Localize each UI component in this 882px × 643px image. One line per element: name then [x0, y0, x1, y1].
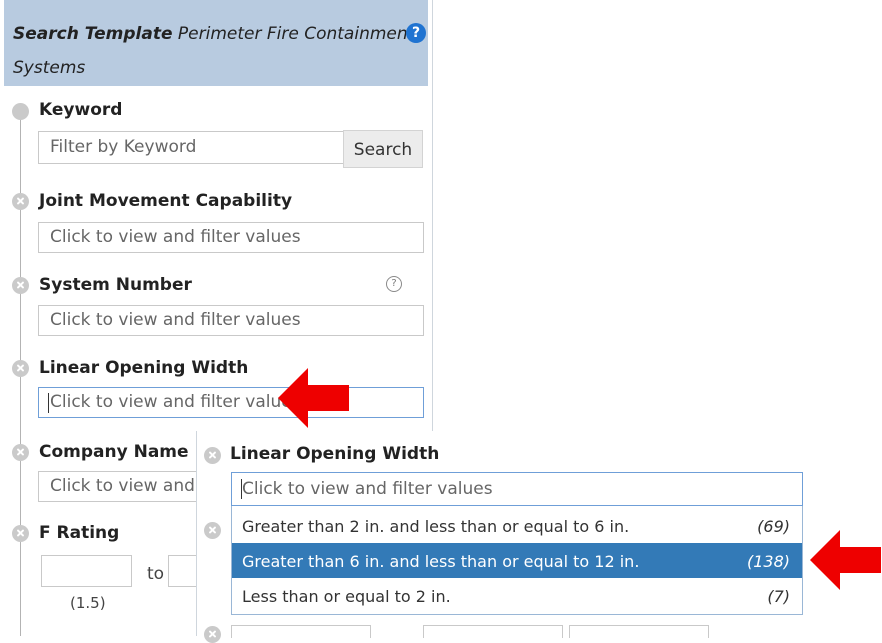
option-label: Greater than 6 in. and less than or equa…	[242, 552, 640, 571]
option-label: Less than or equal to 2 in.	[242, 587, 451, 606]
partial-input	[231, 625, 371, 638]
template-name: Perimeter Fire Containment	[177, 24, 415, 44]
partial-input	[569, 625, 709, 638]
f-rating-to-label: to	[147, 564, 165, 584]
text-cursor	[48, 393, 49, 413]
linear-opening-label: Linear Opening Width	[39, 358, 249, 378]
f-rating-min-hint: (1.5)	[70, 594, 106, 612]
peeking-marker-icon	[204, 522, 221, 539]
peeking-marker-icon	[204, 626, 221, 643]
keyword-label: Keyword	[39, 100, 123, 120]
option-count: (7)	[767, 587, 790, 606]
f-rating-label: F Rating	[39, 523, 120, 543]
remove-linear-opening-icon[interactable]	[12, 360, 29, 377]
keyword-input[interactable]: Filter by Keyword	[38, 131, 344, 164]
option-count: (138)	[746, 552, 790, 571]
company-name-label: Company Name	[39, 442, 189, 462]
question-icon[interactable]: ?	[386, 276, 402, 292]
linear-opening-dropdown: Greater than 2 in. and less than or equa…	[231, 506, 803, 615]
popup-text-cursor	[241, 479, 242, 499]
help-icon[interactable]: ?	[406, 23, 426, 43]
linear-opening-input[interactable]: Click to view and filter values	[38, 387, 424, 418]
dropdown-option-selected[interactable]: Greater than 6 in. and less than or equa…	[232, 543, 802, 578]
option-count: (69)	[757, 517, 790, 536]
system-number-input[interactable]: Click to view and filter values	[38, 305, 424, 336]
system-number-label: System Number	[39, 275, 192, 295]
f-rating-min-input[interactable]	[41, 555, 132, 587]
remove-system-number-icon[interactable]	[12, 277, 29, 294]
joint-movement-input[interactable]: Click to view and filter values	[38, 222, 424, 253]
dropdown-option[interactable]: Greater than 2 in. and less than or equa…	[232, 508, 802, 543]
linear-opening-popup: Linear Opening Width Click to view and f…	[196, 431, 823, 643]
red-arrow-icon	[810, 530, 881, 590]
remove-company-name-icon[interactable]	[12, 444, 29, 461]
template-title-label: Search Template	[13, 24, 173, 44]
template-title: Search Template Perimeter Fire Containme…	[13, 24, 414, 44]
remove-joint-movement-icon[interactable]	[12, 193, 29, 210]
joint-movement-label: Joint Movement Capability	[39, 191, 293, 211]
template-name-line2: Systems	[13, 58, 86, 78]
partial-input	[423, 625, 563, 638]
remove-linear-opening-popup-icon[interactable]	[204, 447, 221, 464]
popup-linear-opening-input[interactable]: Click to view and filter values	[231, 472, 803, 506]
red-arrow-icon	[278, 368, 349, 428]
popup-linear-opening-label: Linear Opening Width	[230, 444, 440, 464]
keyword-marker-icon	[12, 103, 29, 120]
search-button[interactable]: Search	[343, 130, 423, 168]
option-label: Greater than 2 in. and less than or equa…	[242, 517, 630, 536]
remove-f-rating-icon[interactable]	[12, 525, 29, 542]
dropdown-option[interactable]: Less than or equal to 2 in. (7)	[232, 578, 802, 613]
search-template-header: Search Template Perimeter Fire Containme…	[4, 0, 428, 86]
